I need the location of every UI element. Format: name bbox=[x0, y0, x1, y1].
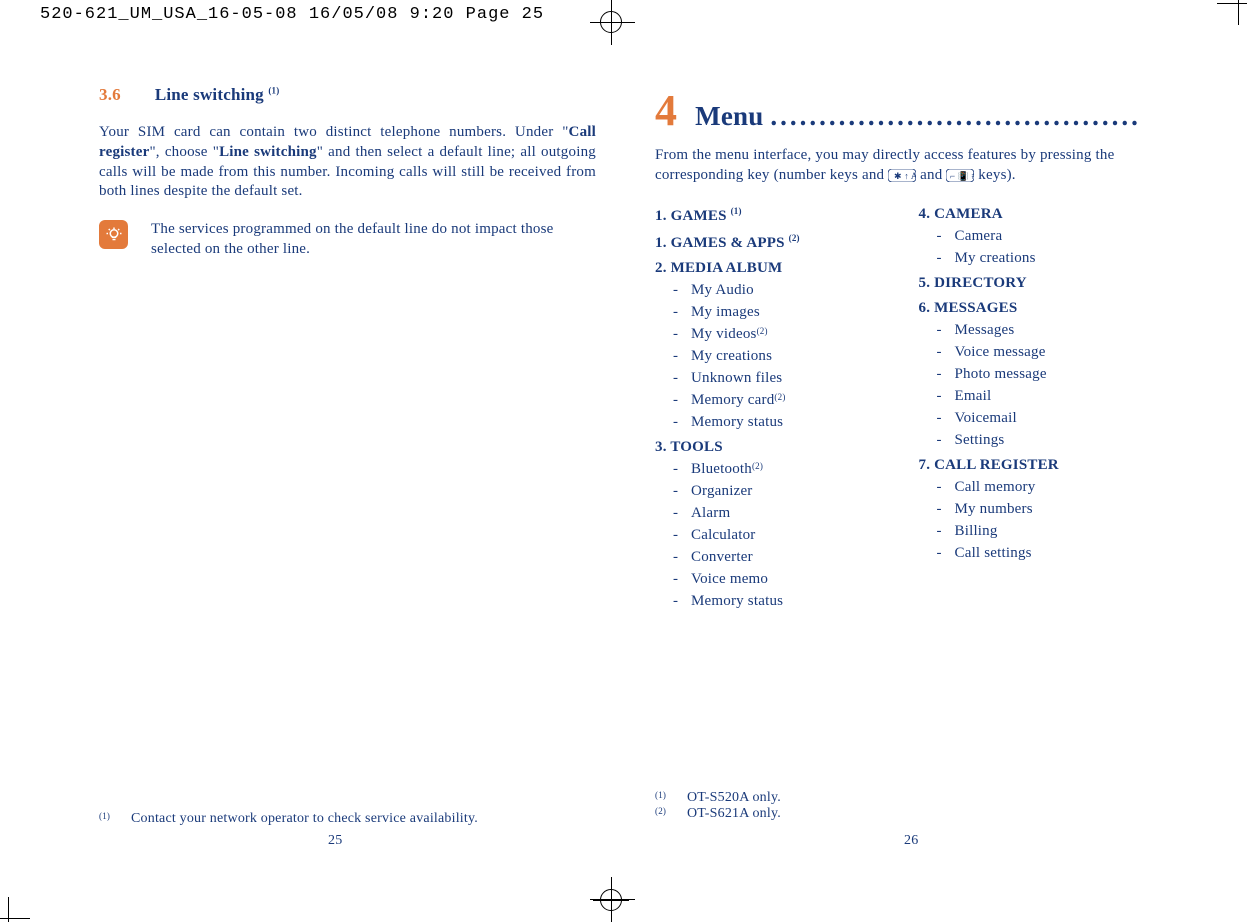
menu-item: -Memory card (2) bbox=[655, 392, 889, 409]
page-right: 4 Menu .................................… bbox=[655, 85, 1152, 610]
menu-item-label: Voice memo bbox=[691, 571, 768, 588]
page-number: 25 bbox=[328, 833, 342, 849]
menu-item-label: My creations bbox=[955, 250, 1036, 267]
menu-list: -Call memory -My numbers -Billing -Call set… bbox=[919, 479, 1153, 562]
menu-column-1: 1. GAMES (1) 1. GAMES & APPS (2) 2. MEDI… bbox=[655, 198, 889, 610]
menu-item: -Photo message bbox=[919, 366, 1153, 383]
menu-column-2: 4. CAMERA -Camera -My creations 5. DIRECT… bbox=[919, 198, 1153, 610]
menu-item: -My Audio bbox=[655, 282, 889, 299]
menu-item: -Bluetooth (2) bbox=[655, 461, 889, 478]
menu-item: -Call settings bbox=[919, 545, 1153, 562]
menu-item-label: Photo message bbox=[955, 366, 1047, 383]
menu-heading: 6. MESSAGES bbox=[919, 300, 1153, 317]
menu-item-label: Call settings bbox=[955, 545, 1032, 562]
menu-item: -My creations bbox=[655, 348, 889, 365]
menu-item-label: Memory card bbox=[691, 392, 774, 409]
menu-item: -Voice message bbox=[919, 344, 1153, 361]
page-number: 26 bbox=[904, 833, 918, 849]
svg-text:✱ ↑ A: ✱ ↑ A bbox=[894, 171, 916, 181]
menu-columns: 1. GAMES (1) 1. GAMES & APPS (2) 2. MEDI… bbox=[655, 198, 1152, 610]
menu-heading: 5. DIRECTORY bbox=[919, 275, 1153, 292]
menu-item-label: Call memory bbox=[955, 479, 1036, 496]
note-callout: The services programmed on the default l… bbox=[99, 220, 596, 260]
body-paragraph: Your SIM card can contain two distinct t… bbox=[99, 123, 596, 202]
menu-item: -Settings bbox=[919, 432, 1153, 449]
menu-item-label: Voice message bbox=[955, 344, 1046, 361]
registration-mark-icon bbox=[600, 11, 622, 33]
menu-list: -Camera -My creations bbox=[919, 228, 1153, 267]
menu-item: -My videos (2) bbox=[655, 326, 889, 343]
menu-item: -Organizer bbox=[655, 483, 889, 500]
menu-item: -Converter bbox=[655, 549, 889, 566]
menu-list: -Messages -Voice message -Photo message -Em… bbox=[919, 322, 1153, 449]
menu-item-label: Memory status bbox=[691, 593, 783, 610]
crop-mark bbox=[0, 918, 30, 919]
lightbulb-icon bbox=[99, 220, 128, 249]
section-title: Line switching (1) bbox=[155, 85, 280, 104]
section-heading: 3.6 Line switching (1) bbox=[99, 85, 596, 105]
menu-item-label: Unknown files bbox=[691, 370, 782, 387]
menu-heading: 4. CAMERA bbox=[919, 206, 1153, 223]
menu-item: -My creations bbox=[919, 250, 1153, 267]
chapter-number: 4 bbox=[655, 85, 677, 136]
menu-item: -Alarm bbox=[655, 505, 889, 522]
menu-item-label: My creations bbox=[691, 348, 772, 365]
menu-list: -Bluetooth (2) -Organizer -Alarm -Calculato… bbox=[655, 461, 889, 610]
menu-item-label: Organizer bbox=[691, 483, 753, 500]
menu-item-label: Calculator bbox=[691, 527, 755, 544]
menu-list: -My Audio -My images -My videos (2) -My cre… bbox=[655, 282, 889, 431]
menu-heading: 7. CALL REGISTER bbox=[919, 457, 1153, 474]
menu-item: -Email bbox=[919, 388, 1153, 405]
registration-mark-icon bbox=[600, 889, 622, 911]
menu-item: -My images bbox=[655, 304, 889, 321]
menu-item-label: Alarm bbox=[691, 505, 730, 522]
menu-heading: 2. MEDIA ALBUM bbox=[655, 260, 889, 277]
menu-item-label: Memory status bbox=[691, 414, 783, 431]
crop-mark bbox=[1217, 3, 1247, 4]
menu-item: -Memory status bbox=[655, 414, 889, 431]
footnotes: (1)OT-S520A only. (2)OT-S621A only. bbox=[655, 790, 781, 822]
intro-paragraph: From the menu interface, you may directl… bbox=[655, 146, 1152, 186]
menu-item: -Messages bbox=[919, 322, 1153, 339]
chapter-heading: 4 Menu .................................… bbox=[655, 85, 1152, 136]
menu-heading: 1. GAMES (1) bbox=[655, 206, 889, 225]
menu-item-label: Settings bbox=[955, 432, 1005, 449]
menu-item-label: My Audio bbox=[691, 282, 754, 299]
menu-item: -Calculator bbox=[655, 527, 889, 544]
menu-item: -My numbers bbox=[919, 501, 1153, 518]
printer-slug-line: 520-621_UM_USA_16-05-08 16/05/08 9:20 Pa… bbox=[40, 5, 544, 24]
menu-item: -Call memory bbox=[919, 479, 1153, 496]
menu-heading: 3. TOOLS bbox=[655, 439, 889, 456]
svg-text:⌐ 📳 #: ⌐ 📳 # bbox=[950, 170, 974, 181]
menu-item: -Voicemail bbox=[919, 410, 1153, 427]
menu-item-label: Email bbox=[955, 388, 992, 405]
menu-item-label: Camera bbox=[955, 228, 1003, 245]
note-text: The services programmed on the default l… bbox=[151, 220, 596, 260]
star-key-icon: ✱ ↑ A bbox=[888, 169, 916, 182]
menu-item: -Billing bbox=[919, 523, 1153, 540]
hash-key-icon: ⌐ 📳 # bbox=[946, 169, 974, 182]
menu-item-label: My numbers bbox=[955, 501, 1033, 518]
menu-item-label: My videos bbox=[691, 326, 757, 343]
menu-item-label: Billing bbox=[955, 523, 998, 540]
menu-item-label: Converter bbox=[691, 549, 753, 566]
section-number: 3.6 bbox=[99, 85, 121, 104]
menu-item: -Memory status bbox=[655, 593, 889, 610]
menu-item: -Camera bbox=[919, 228, 1153, 245]
menu-item-label: Messages bbox=[955, 322, 1015, 339]
page-left: 3.6 Line switching (1) Your SIM card can… bbox=[99, 85, 596, 260]
menu-item: -Voice memo bbox=[655, 571, 889, 588]
menu-item-label: My images bbox=[691, 304, 760, 321]
menu-heading: 1. GAMES & APPS (2) bbox=[655, 233, 889, 252]
menu-item-label: Voicemail bbox=[955, 410, 1017, 427]
chapter-title: Menu ...................................… bbox=[695, 101, 1141, 131]
menu-item: -Unknown files bbox=[655, 370, 889, 387]
footnote: (1) Contact your network operator to che… bbox=[99, 811, 478, 827]
menu-item-label: Bluetooth bbox=[691, 461, 752, 478]
